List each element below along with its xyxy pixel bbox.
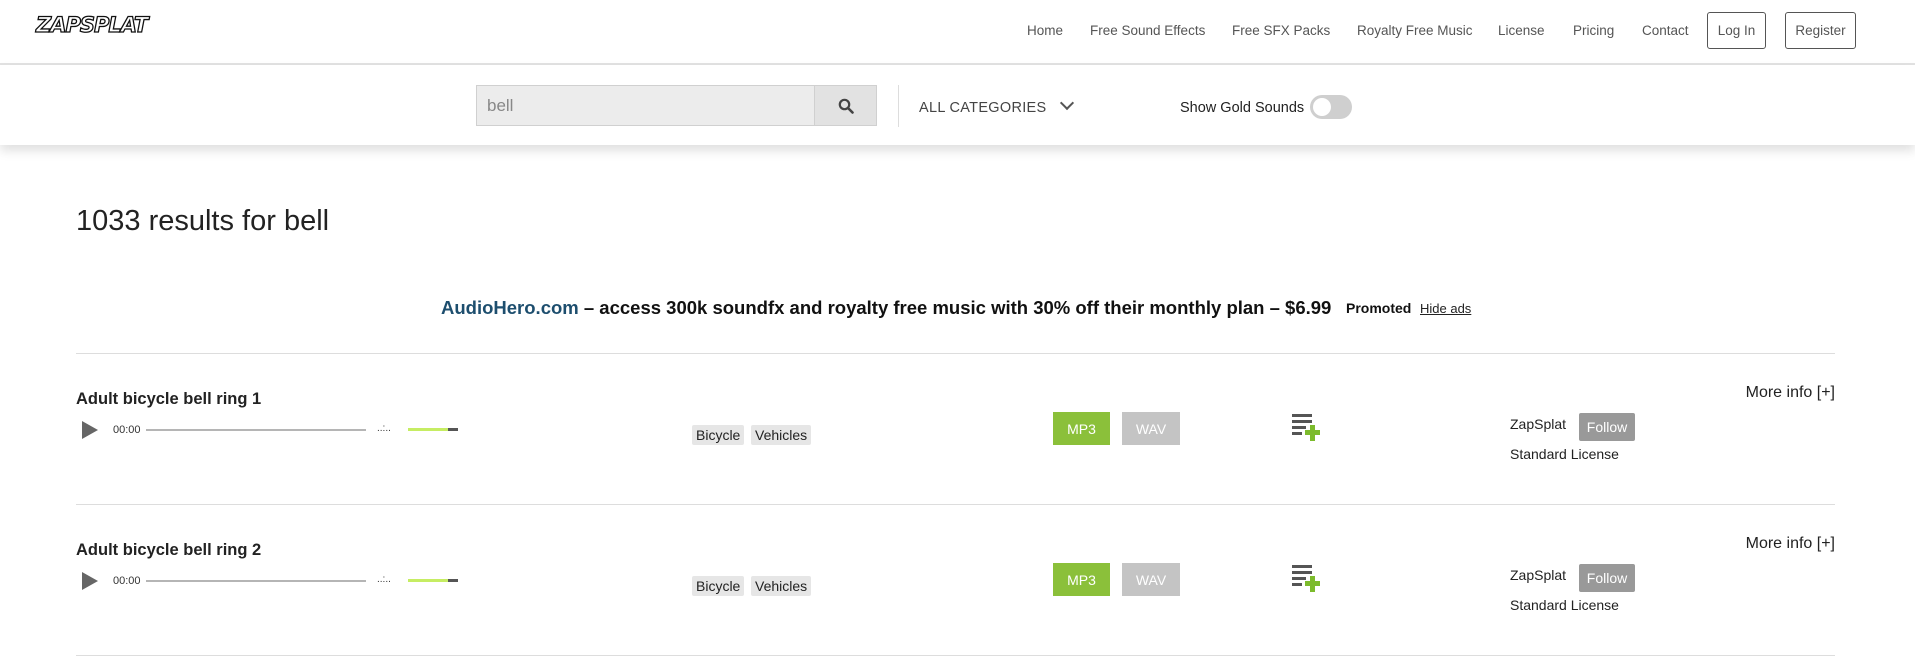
- add-to-playlist-icon[interactable]: [1292, 562, 1322, 594]
- volume-remainder[interactable]: [448, 579, 458, 582]
- search-button[interactable]: [814, 85, 877, 126]
- tag[interactable]: Bicycle: [692, 576, 745, 596]
- sound-title[interactable]: Adult bicycle bell ring 2: [76, 541, 261, 560]
- result-row: Adult bicycle bell ring 1 00:00 ..:.. Bi…: [0, 353, 1915, 504]
- nav-pricing[interactable]: Pricing: [1573, 23, 1614, 38]
- volume-remainder[interactable]: [448, 428, 458, 431]
- nav-free-sfx-packs[interactable]: Free SFX Packs: [1232, 23, 1330, 38]
- play-icon[interactable]: [82, 421, 98, 439]
- author-name[interactable]: ZapSplat: [1510, 567, 1566, 583]
- chevron-down-icon[interactable]: [1059, 95, 1075, 111]
- nav-royalty-free-music[interactable]: Royalty Free Music: [1357, 23, 1473, 38]
- gold-sounds-label: Show Gold Sounds: [1180, 100, 1305, 116]
- site-header: ZAPSPLAT Home Free Sound Effects Free SF…: [0, 0, 1915, 65]
- follow-button[interactable]: Follow: [1579, 413, 1635, 441]
- search-input[interactable]: bell: [476, 85, 815, 126]
- add-to-playlist-icon[interactable]: [1292, 411, 1322, 443]
- login-button[interactable]: Log In: [1707, 12, 1766, 49]
- current-time: 00:00: [113, 575, 141, 587]
- hide-ads-link[interactable]: Hide ads: [1420, 301, 1471, 316]
- license-label: Standard License: [1510, 597, 1619, 613]
- promoted-label: Promoted: [1346, 300, 1412, 316]
- divider: [898, 85, 899, 127]
- tag[interactable]: Bicycle: [692, 425, 745, 445]
- nav-home[interactable]: Home: [1027, 23, 1063, 38]
- ad-text: – access 300k soundfx and royalty free m…: [578, 297, 1332, 318]
- tag[interactable]: Vehicles: [751, 576, 812, 596]
- author-name[interactable]: ZapSplat: [1510, 416, 1566, 432]
- nav-free-sound-effects[interactable]: Free Sound Effects: [1090, 23, 1205, 38]
- download-wav-button[interactable]: WAV: [1122, 412, 1180, 445]
- volume-slider[interactable]: [408, 579, 448, 582]
- result-row: Adult bicycle bell ring 2 00:00 ..:.. Bi…: [0, 504, 1915, 655]
- zapsplat-logo[interactable]: ZAPSPLAT: [35, 9, 149, 43]
- divider: [76, 655, 1835, 656]
- ad-link[interactable]: AudioHero.com: [441, 297, 579, 318]
- download-mp3-button[interactable]: MP3: [1053, 412, 1110, 445]
- results-heading: 1033 results for bell: [76, 205, 330, 237]
- follow-button[interactable]: Follow: [1579, 564, 1635, 592]
- duration: ..:..: [377, 423, 391, 434]
- search-bar-area: bell ALL CATEGORIES Show Gold Sounds: [0, 65, 1915, 145]
- more-info-link[interactable]: More info [+]: [1746, 535, 1835, 553]
- nav-license[interactable]: License: [1498, 23, 1545, 38]
- tag[interactable]: Vehicles: [751, 425, 812, 445]
- nav-contact[interactable]: Contact: [1642, 23, 1689, 38]
- current-time: 00:00: [113, 424, 141, 436]
- license-label: Standard License: [1510, 446, 1619, 462]
- gold-sounds-toggle[interactable]: [1310, 95, 1352, 119]
- search-icon: [838, 98, 854, 114]
- category-select[interactable]: ALL CATEGORIES: [919, 100, 1047, 116]
- seek-bar[interactable]: [146, 429, 366, 431]
- sound-title[interactable]: Adult bicycle bell ring 1: [76, 390, 261, 409]
- download-wav-button[interactable]: WAV: [1122, 563, 1180, 596]
- play-icon[interactable]: [82, 572, 98, 590]
- more-info-link[interactable]: More info [+]: [1746, 384, 1835, 402]
- register-button[interactable]: Register: [1785, 12, 1856, 49]
- ad-banner: AudioHero.com – access 300k soundfx and …: [441, 297, 1331, 319]
- duration: ..:..: [377, 574, 391, 585]
- download-mp3-button[interactable]: MP3: [1053, 563, 1110, 596]
- seek-bar[interactable]: [146, 580, 366, 582]
- volume-slider[interactable]: [408, 428, 448, 431]
